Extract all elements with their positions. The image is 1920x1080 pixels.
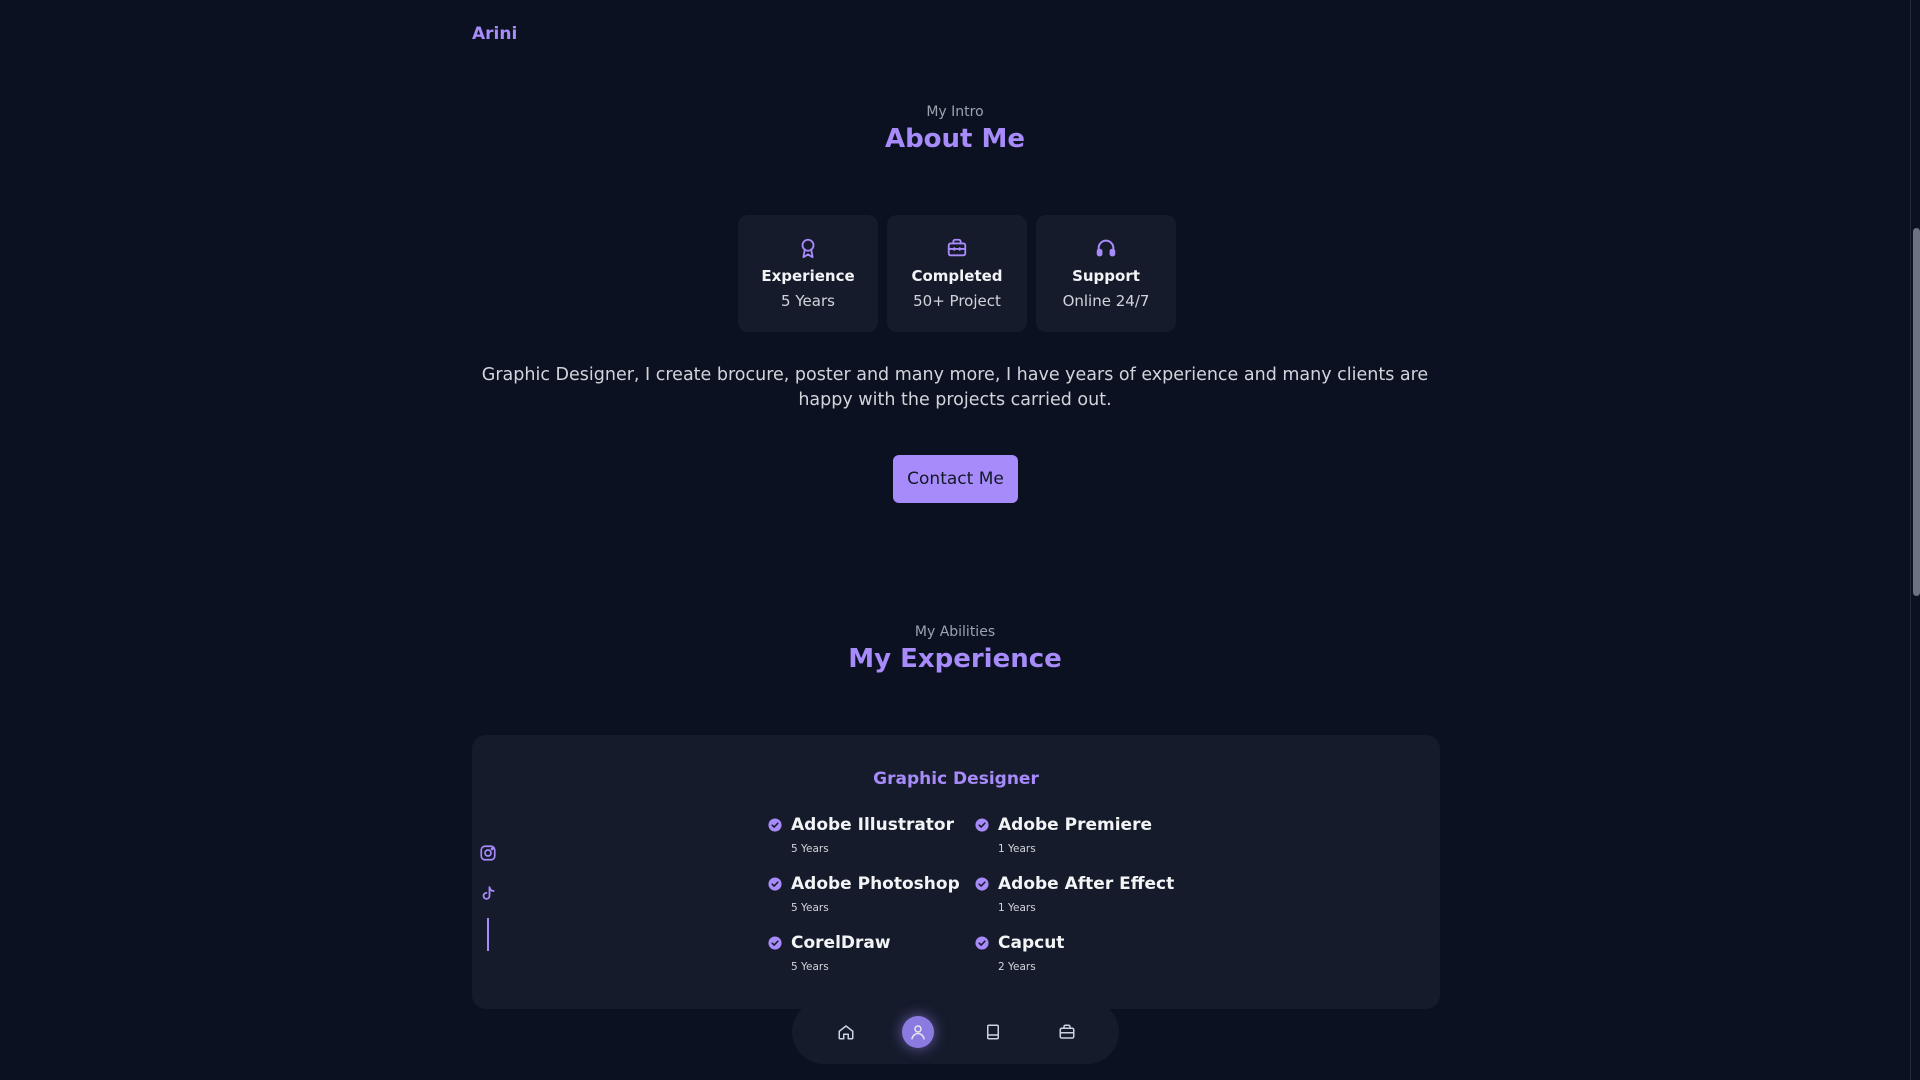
about-title: About Me [884,124,1026,154]
briefcase-icon [947,238,967,257]
contact-me-button[interactable]: Contact Me [893,455,1018,503]
headset-icon [1096,239,1116,257]
skill-years: 1 Years [998,843,1036,855]
support-card: Support Online 24/7 [1036,215,1176,332]
award-icon [801,238,815,259]
check-badge-icon [768,936,782,950]
tiktok-link[interactable] [479,885,497,903]
instagram-link[interactable] [479,844,497,862]
experience-subtitle: My Abilities [914,624,996,640]
about-description: Graphic Designer, I create brocure, post… [481,365,1429,410]
experience-panel: Graphic Designer Adobe Illustrator 5 Yea… [472,735,1440,1009]
skill-years: 2 Years [998,961,1036,973]
check-badge-icon [768,877,782,891]
social-divider-line [487,918,489,951]
check-badge-icon [975,936,989,950]
skill-name: Adobe After Effect [998,874,1175,894]
nav-home[interactable] [830,1016,862,1048]
skill-name: Capcut [998,933,1065,953]
experience-title: My Experience [848,644,1062,674]
skill-years: 5 Years [791,843,829,855]
instagram-icon [480,845,496,861]
check-badge-icon [975,818,989,832]
about-cards: Experience 5 Years Completed 50+ Project… [738,215,1176,332]
check-badge-icon [768,818,782,832]
experience-panel-title: Graphic Designer [873,769,1039,789]
card-title: Completed [911,267,1003,285]
page: Arini My Intro About Me Experience 5 Yea… [0,0,1920,1080]
nav-resume[interactable] [977,1016,1009,1048]
completed-card: Completed 50+ Project [887,215,1027,332]
user-icon [911,1025,925,1040]
skill-years: 1 Years [998,902,1036,914]
card-title: Support [1072,267,1140,285]
skill-name: Adobe Premiere [998,815,1152,835]
skill-name: Adobe Illustrator [791,815,954,835]
card-value: Online 24/7 [1062,292,1150,310]
scrollbar-thumb[interactable] [1913,228,1920,596]
skill-years: 5 Years [791,902,829,914]
nav-portfolio[interactable] [1051,1016,1083,1048]
skill-name: CorelDraw [791,933,891,953]
home-icon [838,1025,854,1040]
card-title: Experience [761,267,855,285]
site-logo[interactable]: Arini [472,24,517,44]
book-icon [987,1024,999,1040]
briefcase-icon [1059,1024,1075,1039]
nav-about[interactable] [902,1016,934,1048]
card-value: 50+ Project [913,292,1001,310]
card-value: 5 Years [781,292,835,310]
bottom-nav [792,1000,1119,1064]
check-badge-icon [975,877,989,891]
about-subtitle: My Intro [926,104,984,120]
skill-years: 5 Years [791,961,829,973]
tiktok-icon [482,886,495,900]
skill-name: Adobe Photoshop [791,874,960,894]
page-scrollbar[interactable] [1910,0,1920,1080]
experience-card: Experience 5 Years [738,215,878,332]
